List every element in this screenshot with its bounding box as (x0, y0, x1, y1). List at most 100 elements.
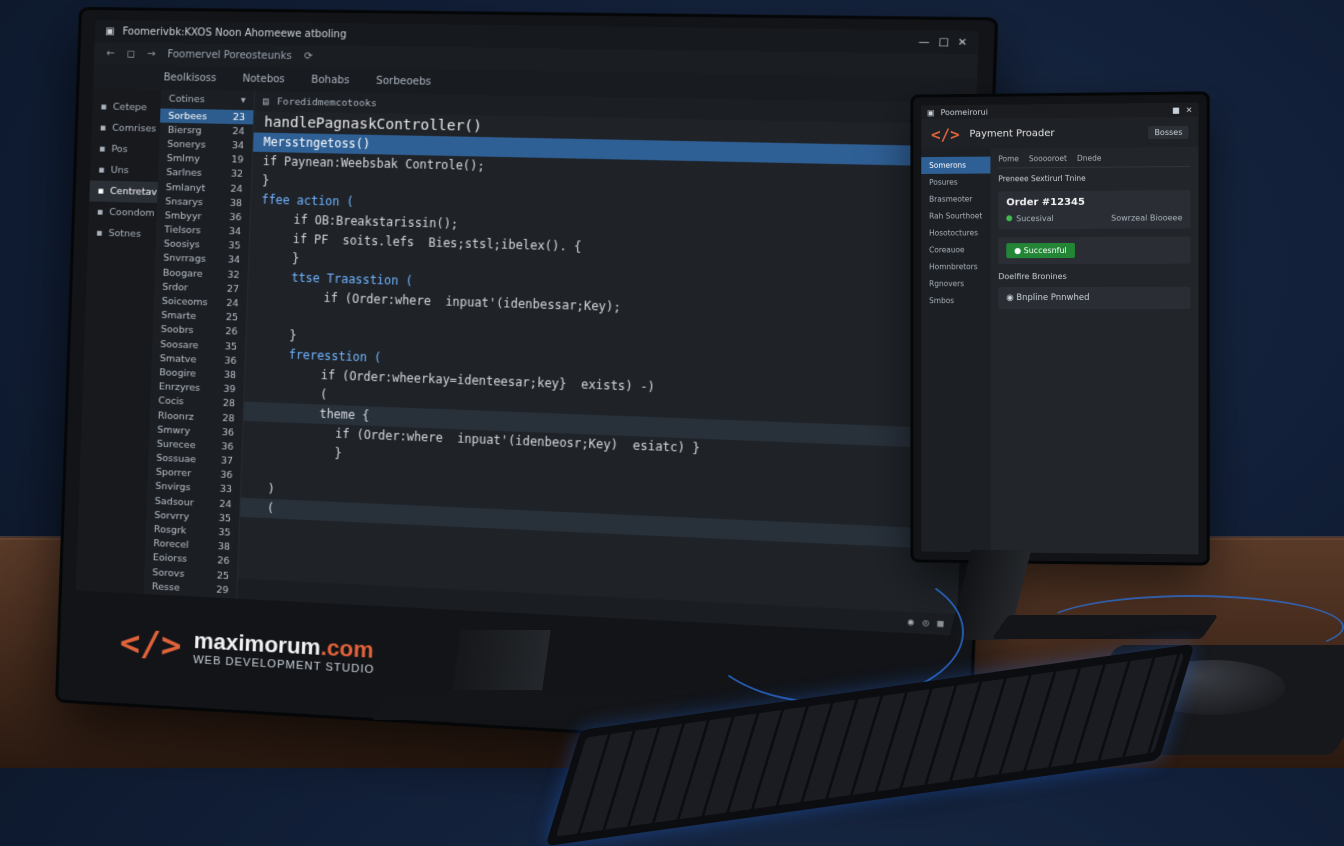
chevron-down-icon[interactable]: ▾ (241, 95, 246, 106)
side-nav-item[interactable]: Somerons (921, 157, 990, 174)
window-title: Foomerivbk:KXOS Noon Ahomeewe atboling (122, 26, 346, 40)
activity-item-4[interactable]: ▪ Centretaves. (89, 180, 158, 203)
file-name: Surecee (157, 438, 196, 451)
code-brackets-icon: </> (119, 623, 182, 667)
header-button[interactable]: Bosses (1148, 125, 1188, 138)
code-text: if Paynean:Weebsbak Controle(); (263, 154, 485, 173)
minimize-icon[interactable]: — (918, 36, 930, 48)
file-name: Smlanyt (166, 182, 206, 194)
code-editor[interactable]: ▤ Foredidmemcotooks ⧉ ✕ handlePagnaskCon… (237, 91, 976, 636)
explorer-header: Cotines ▾ (160, 89, 254, 110)
success-card: ● Succesnful (998, 236, 1190, 264)
terminal-icon: ▪ (97, 207, 104, 218)
editor-tab[interactable]: Foredidmemcotooks (277, 96, 377, 109)
side-app-title: Payment Proader (970, 128, 1055, 140)
file-count: 36 (220, 470, 233, 482)
side-nav-item[interactable]: Brasmeoter (921, 190, 990, 207)
detail-item: Bnpline Pnnwhed (1016, 293, 1089, 303)
close-icon[interactable]: ✕ (958, 37, 968, 49)
file-count: 19 (231, 154, 244, 165)
activity-item-3[interactable]: ▪ Uns (90, 159, 159, 182)
side-nav-item[interactable]: Posures (921, 173, 990, 190)
file-count: 33 (220, 484, 233, 496)
order-right-label: Sowrzeal Biooeee (1111, 213, 1182, 222)
code-text: } (334, 446, 342, 461)
activity-item-6[interactable]: ▪ Sotnes (88, 222, 157, 245)
code-text: } (289, 328, 297, 342)
side-monitor: ▣ Poomeirorui ■ ✕ </> Payment Proader Bo… (913, 94, 1206, 562)
file-name: Sorbees (168, 110, 207, 122)
file-name: Smbyyr (165, 210, 202, 222)
side-nav-item[interactable]: Rgnovers (921, 275, 990, 292)
file-name: Rloonrz (158, 410, 194, 422)
file-count: 27 (227, 284, 240, 295)
file-count: 36 (222, 427, 235, 439)
stop-icon[interactable]: ◻ (127, 48, 136, 59)
activity-label: Coondom (109, 207, 155, 219)
tab-4[interactable]: Sorbeoebs (376, 75, 431, 87)
side-tabs: Pome Sooooroet Dnede (998, 153, 1190, 169)
side-nav-item[interactable]: Rah Sourthoet (921, 207, 990, 224)
file-count: 34 (229, 226, 242, 237)
code-area[interactable]: handlePagnaskController() Mersstngetoss()… (240, 113, 975, 549)
code-text: theme { (319, 407, 369, 423)
success-label: Succesnful (1024, 246, 1067, 255)
file-name: Sadsour (155, 496, 194, 509)
file-count: 24 (232, 126, 245, 137)
activity-item-1[interactable]: ▪ Comrises (91, 117, 160, 139)
code-text: ttse Traasstion ( (291, 270, 413, 288)
file-count: 29 (216, 584, 229, 596)
file-icon: ▤ (263, 96, 269, 107)
tab-2[interactable]: Notebos (242, 73, 285, 85)
activity-label: Uns (111, 165, 129, 176)
side-tab-2[interactable]: Sooooroet (1029, 154, 1067, 163)
file-name: Eoiorss (153, 553, 188, 566)
file-count: 25 (217, 570, 230, 582)
file-count: 35 (225, 341, 238, 353)
side-close-icon[interactable]: ✕ (1186, 105, 1193, 114)
side-tab-3[interactable]: Dnede (1077, 154, 1102, 163)
side-maximize-icon[interactable]: ■ (1172, 105, 1180, 114)
side-nav-item[interactable]: Hosotoctures (921, 224, 990, 241)
activity-label: Pos (111, 144, 128, 155)
file-count: 28 (222, 412, 235, 424)
code-text: if OB:Breakstarissin(); (293, 213, 458, 231)
order-id: Order #12345 (1006, 196, 1182, 208)
git-icon: ▪ (99, 143, 106, 154)
section-title: Preneee Sextirurl Tnine (998, 173, 1190, 183)
file-count: 38 (218, 541, 231, 553)
side-tab-1[interactable]: Pome (998, 154, 1019, 163)
file-count: 37 (221, 455, 234, 467)
main-screen: ▣ Foomerivbk:KXOS Noon Ahomeewe atboling… (76, 20, 979, 635)
refresh-icon[interactable]: ⟳ (304, 51, 313, 62)
side-logo-icon: </> (931, 124, 960, 143)
file-count: 38 (224, 369, 237, 381)
code-text: ) (267, 482, 275, 496)
file-explorer: Cotines ▾ Sorbees 23 Biersrg 24 Sonerys 34 Sml… (144, 89, 256, 598)
code-text: } (292, 251, 300, 265)
maximize-icon[interactable]: □ (938, 36, 949, 48)
side-nav-item[interactable]: Coreauoe (921, 241, 990, 258)
file-count: 34 (228, 255, 241, 266)
detail-title: Doelfire Bronines (998, 272, 1190, 281)
activity-item-2[interactable]: ▪ Pos (91, 138, 160, 161)
file-name: Sarlnes (166, 167, 202, 179)
file-name: Snvrrags (163, 253, 206, 265)
side-nav-item[interactable]: Homnbretors (921, 258, 990, 275)
activity-item-5[interactable]: ▪ Coondom (89, 201, 158, 224)
back-icon[interactable]: ← (106, 48, 115, 59)
status-dot-icon (1006, 215, 1012, 221)
forward-icon[interactable]: → (147, 48, 156, 59)
activity-item-0[interactable]: ▪ Cetepe (92, 96, 161, 118)
detail-card[interactable]: ◉ Bnpline Pnnwhed (998, 287, 1190, 309)
tab-3[interactable]: Bohabs (311, 74, 349, 86)
file-count: 26 (217, 556, 230, 568)
file-name: Srdor (162, 282, 188, 294)
code-text: Mersstngetoss() (263, 135, 370, 151)
tab-1[interactable]: Beolkisoss (163, 72, 216, 84)
file-name: Rorecel (153, 538, 189, 551)
brand-tld: .com (320, 635, 374, 663)
side-nav-item[interactable]: Smbos (921, 292, 990, 309)
code-text: ffee action ( (261, 192, 354, 208)
file-name: Soobrs (161, 324, 194, 336)
